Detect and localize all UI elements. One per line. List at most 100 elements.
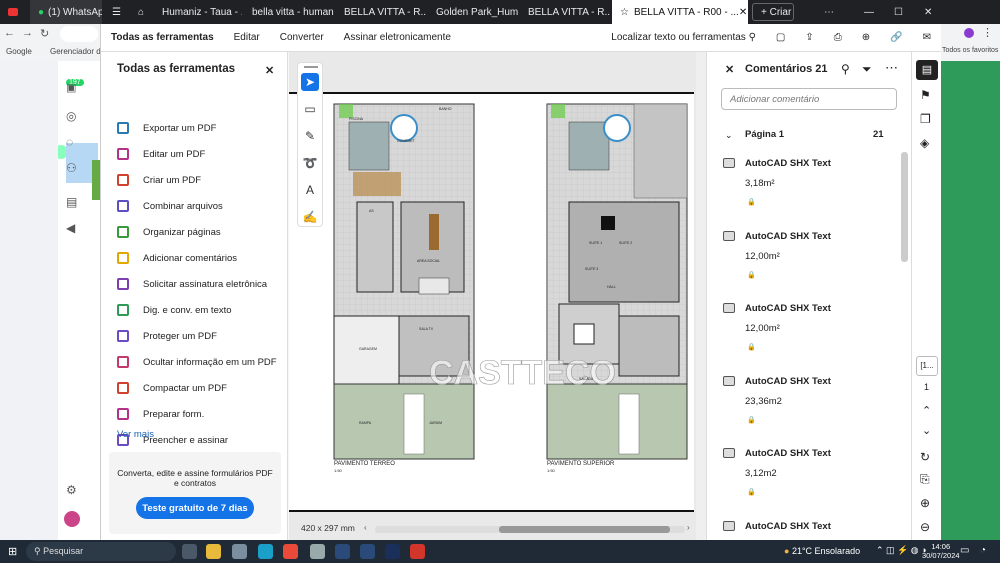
tab-bella-vitta-2[interactable]: BELLA VITTA - R... [520, 0, 610, 24]
reload-icon[interactable]: ↻ [40, 27, 49, 40]
settings-gear-icon[interactable]: ⚙ [66, 483, 77, 497]
menu-convert[interactable]: Converter [270, 32, 334, 43]
tool-item[interactable]: Adicionar comentários [117, 252, 237, 264]
photoshop-icon[interactable] [385, 544, 400, 559]
new-tab-button[interactable]: + Criar [752, 3, 794, 21]
tool-item[interactable]: Proteger um PDF [117, 330, 217, 342]
all-bookmarks[interactable]: Todos os favoritos [942, 47, 998, 54]
text-box-icon[interactable]: A [301, 181, 319, 199]
megaphone-icon[interactable]: ◀ [66, 221, 75, 235]
sign-icon[interactable]: ✍ [301, 208, 319, 226]
communities-icon[interactable]: ⚇ [66, 161, 77, 175]
menu-edit[interactable]: Editar [224, 32, 270, 43]
back-icon[interactable]: ← [4, 27, 15, 39]
layers-icon[interactable]: ◈ [920, 136, 929, 150]
share-user-icon[interactable]: ⊕ [852, 32, 880, 43]
free-trial-button[interactable]: Teste gratuito de 7 dias [136, 497, 254, 519]
link-icon[interactable]: 🔗 [880, 32, 912, 43]
notification-icon[interactable]: ▭ [960, 545, 969, 556]
page-number-input[interactable]: [1... [916, 356, 938, 376]
select-cursor-icon[interactable]: ➤ [301, 73, 319, 91]
close-tab-icon[interactable]: ✕ [739, 7, 747, 18]
tool-item[interactable]: Preparar form. [117, 408, 204, 420]
tray-icons[interactable]: ⌃ ◫ ⚡ ◍ ◑ [876, 545, 927, 556]
print-icon[interactable]: ⎙ [824, 32, 852, 43]
tool-item[interactable]: Exportar um PDF [117, 122, 216, 134]
file-explorer-icon[interactable] [206, 544, 221, 559]
close-comments-icon[interactable]: ✕ [725, 63, 734, 76]
close-window-icon[interactable]: ✕ [916, 0, 936, 24]
menu-esign[interactable]: Assinar eletronicamente [334, 32, 461, 43]
store-app-icon[interactable] [232, 544, 247, 559]
search-comments-icon[interactable]: ⚲ [841, 62, 850, 76]
menu-all-tools[interactable]: Todas as ferramentas [101, 32, 224, 43]
tab-bella-vitta-1[interactable]: BELLA VITTA - R... [336, 0, 426, 24]
maximize-icon[interactable]: ☐ [886, 0, 906, 24]
tab-youtube[interactable] [0, 0, 28, 24]
page-up-icon[interactable]: ⌃ [922, 404, 931, 417]
tab-whatsapp[interactable]: ●(1) WhatsApp [30, 0, 102, 24]
tool-item[interactable]: Compactar um PDF [117, 382, 227, 394]
tab-bella-vitta-active[interactable]: ☆ BELLA VITTA - R00 - ... ✕ [612, 0, 748, 24]
app-icon[interactable] [310, 544, 325, 559]
see-more-link[interactable]: Ver mais [117, 429, 154, 440]
add-comment-input[interactable]: Adicionar comentário [721, 88, 897, 110]
vertical-scrollbar[interactable] [696, 52, 706, 540]
tab-golden-park[interactable]: Golden Park_Hum... [428, 0, 518, 24]
lightroom-icon[interactable] [360, 544, 375, 559]
add-comment-icon[interactable]: ▭ [301, 100, 319, 118]
highlight-pen-icon[interactable]: ✎ [301, 127, 319, 145]
more-icon[interactable]: ⋯ [816, 0, 836, 24]
more-options-icon[interactable]: ⋯ [885, 60, 898, 76]
forward-icon[interactable]: → [22, 27, 33, 39]
tool-item[interactable]: Organizar páginas [117, 226, 221, 238]
rotate-icon[interactable]: ↻ [920, 450, 930, 464]
filter-icon[interactable]: ⏷ [862, 62, 872, 77]
scrollbar-thumb[interactable] [499, 526, 670, 533]
acrobat-icon[interactable] [410, 544, 425, 559]
edge-icon[interactable] [258, 544, 273, 559]
lightroom-classic-icon[interactable] [335, 544, 350, 559]
comments-panel-icon[interactable]: ▤ [916, 60, 938, 80]
status-icon[interactable]: ◎ [66, 109, 76, 123]
zoom-out-icon[interactable]: ⊖ [920, 520, 930, 534]
taskbar-search[interactable]: ⚲ Pesquisar [26, 542, 176, 561]
network-icon[interactable]: ◔ [980, 545, 986, 556]
collapse-page-icon[interactable]: ⌄ [725, 130, 733, 141]
zoom-in-icon[interactable]: ⊕ [920, 496, 930, 510]
home-icon[interactable]: ⌂ [130, 0, 152, 24]
tool-item[interactable]: Dig. e conv. em texto [117, 304, 232, 316]
tool-item[interactable]: Solicitar assinatura eletrônica [117, 278, 267, 290]
clock[interactable]: 14:06 30/07/2024 [922, 542, 960, 560]
address-bar[interactable] [60, 26, 98, 42]
channels-icon[interactable]: ◌ [66, 135, 73, 149]
scroll-left-icon[interactable]: ‹ [364, 523, 367, 532]
tool-item[interactable]: Combinar arquivos [117, 200, 223, 212]
menu-icon[interactable]: ☰ [104, 0, 126, 24]
email-icon[interactable]: ✉ [913, 32, 941, 43]
download-doc-icon[interactable]: ⎘ [920, 472, 930, 487]
comments-scrollbar[interactable] [901, 152, 908, 262]
minimize-icon[interactable]: — [856, 0, 876, 24]
save-icon[interactable]: ▢ [766, 32, 795, 43]
profile-icon[interactable] [964, 28, 974, 38]
page-down-icon[interactable]: ⌄ [922, 424, 931, 437]
tab-humaniz[interactable]: Humaniz - Taua - ... [154, 0, 242, 24]
browser-menu-icon[interactable]: ⋮ [982, 26, 993, 39]
upload-icon[interactable]: ⇪ [795, 32, 823, 43]
chrome-icon[interactable] [283, 544, 298, 559]
weather[interactable]: ● 21°C Ensolarado [784, 546, 860, 556]
profile-avatar[interactable] [64, 511, 80, 527]
task-view-icon[interactable] [182, 544, 197, 559]
bookmark-google[interactable]: Google [6, 47, 32, 56]
bookmark-icon[interactable]: ⚑ [920, 88, 931, 102]
tool-item[interactable]: Editar um PDF [117, 148, 205, 160]
tool-item[interactable]: Ocultar informação em um PDF [117, 356, 277, 368]
search-tools[interactable]: Localizar texto ou ferramentas ⚲ [601, 32, 766, 43]
draw-lasso-icon[interactable]: ➰ [301, 154, 319, 172]
windows-start-icon[interactable]: ⊞ [8, 545, 17, 558]
scroll-right-icon[interactable]: › [687, 523, 690, 532]
tool-item[interactable]: Criar um PDF [117, 174, 201, 186]
horizontal-scrollbar[interactable] [375, 526, 685, 533]
chats-icon[interactable]: ▣ [66, 81, 80, 94]
